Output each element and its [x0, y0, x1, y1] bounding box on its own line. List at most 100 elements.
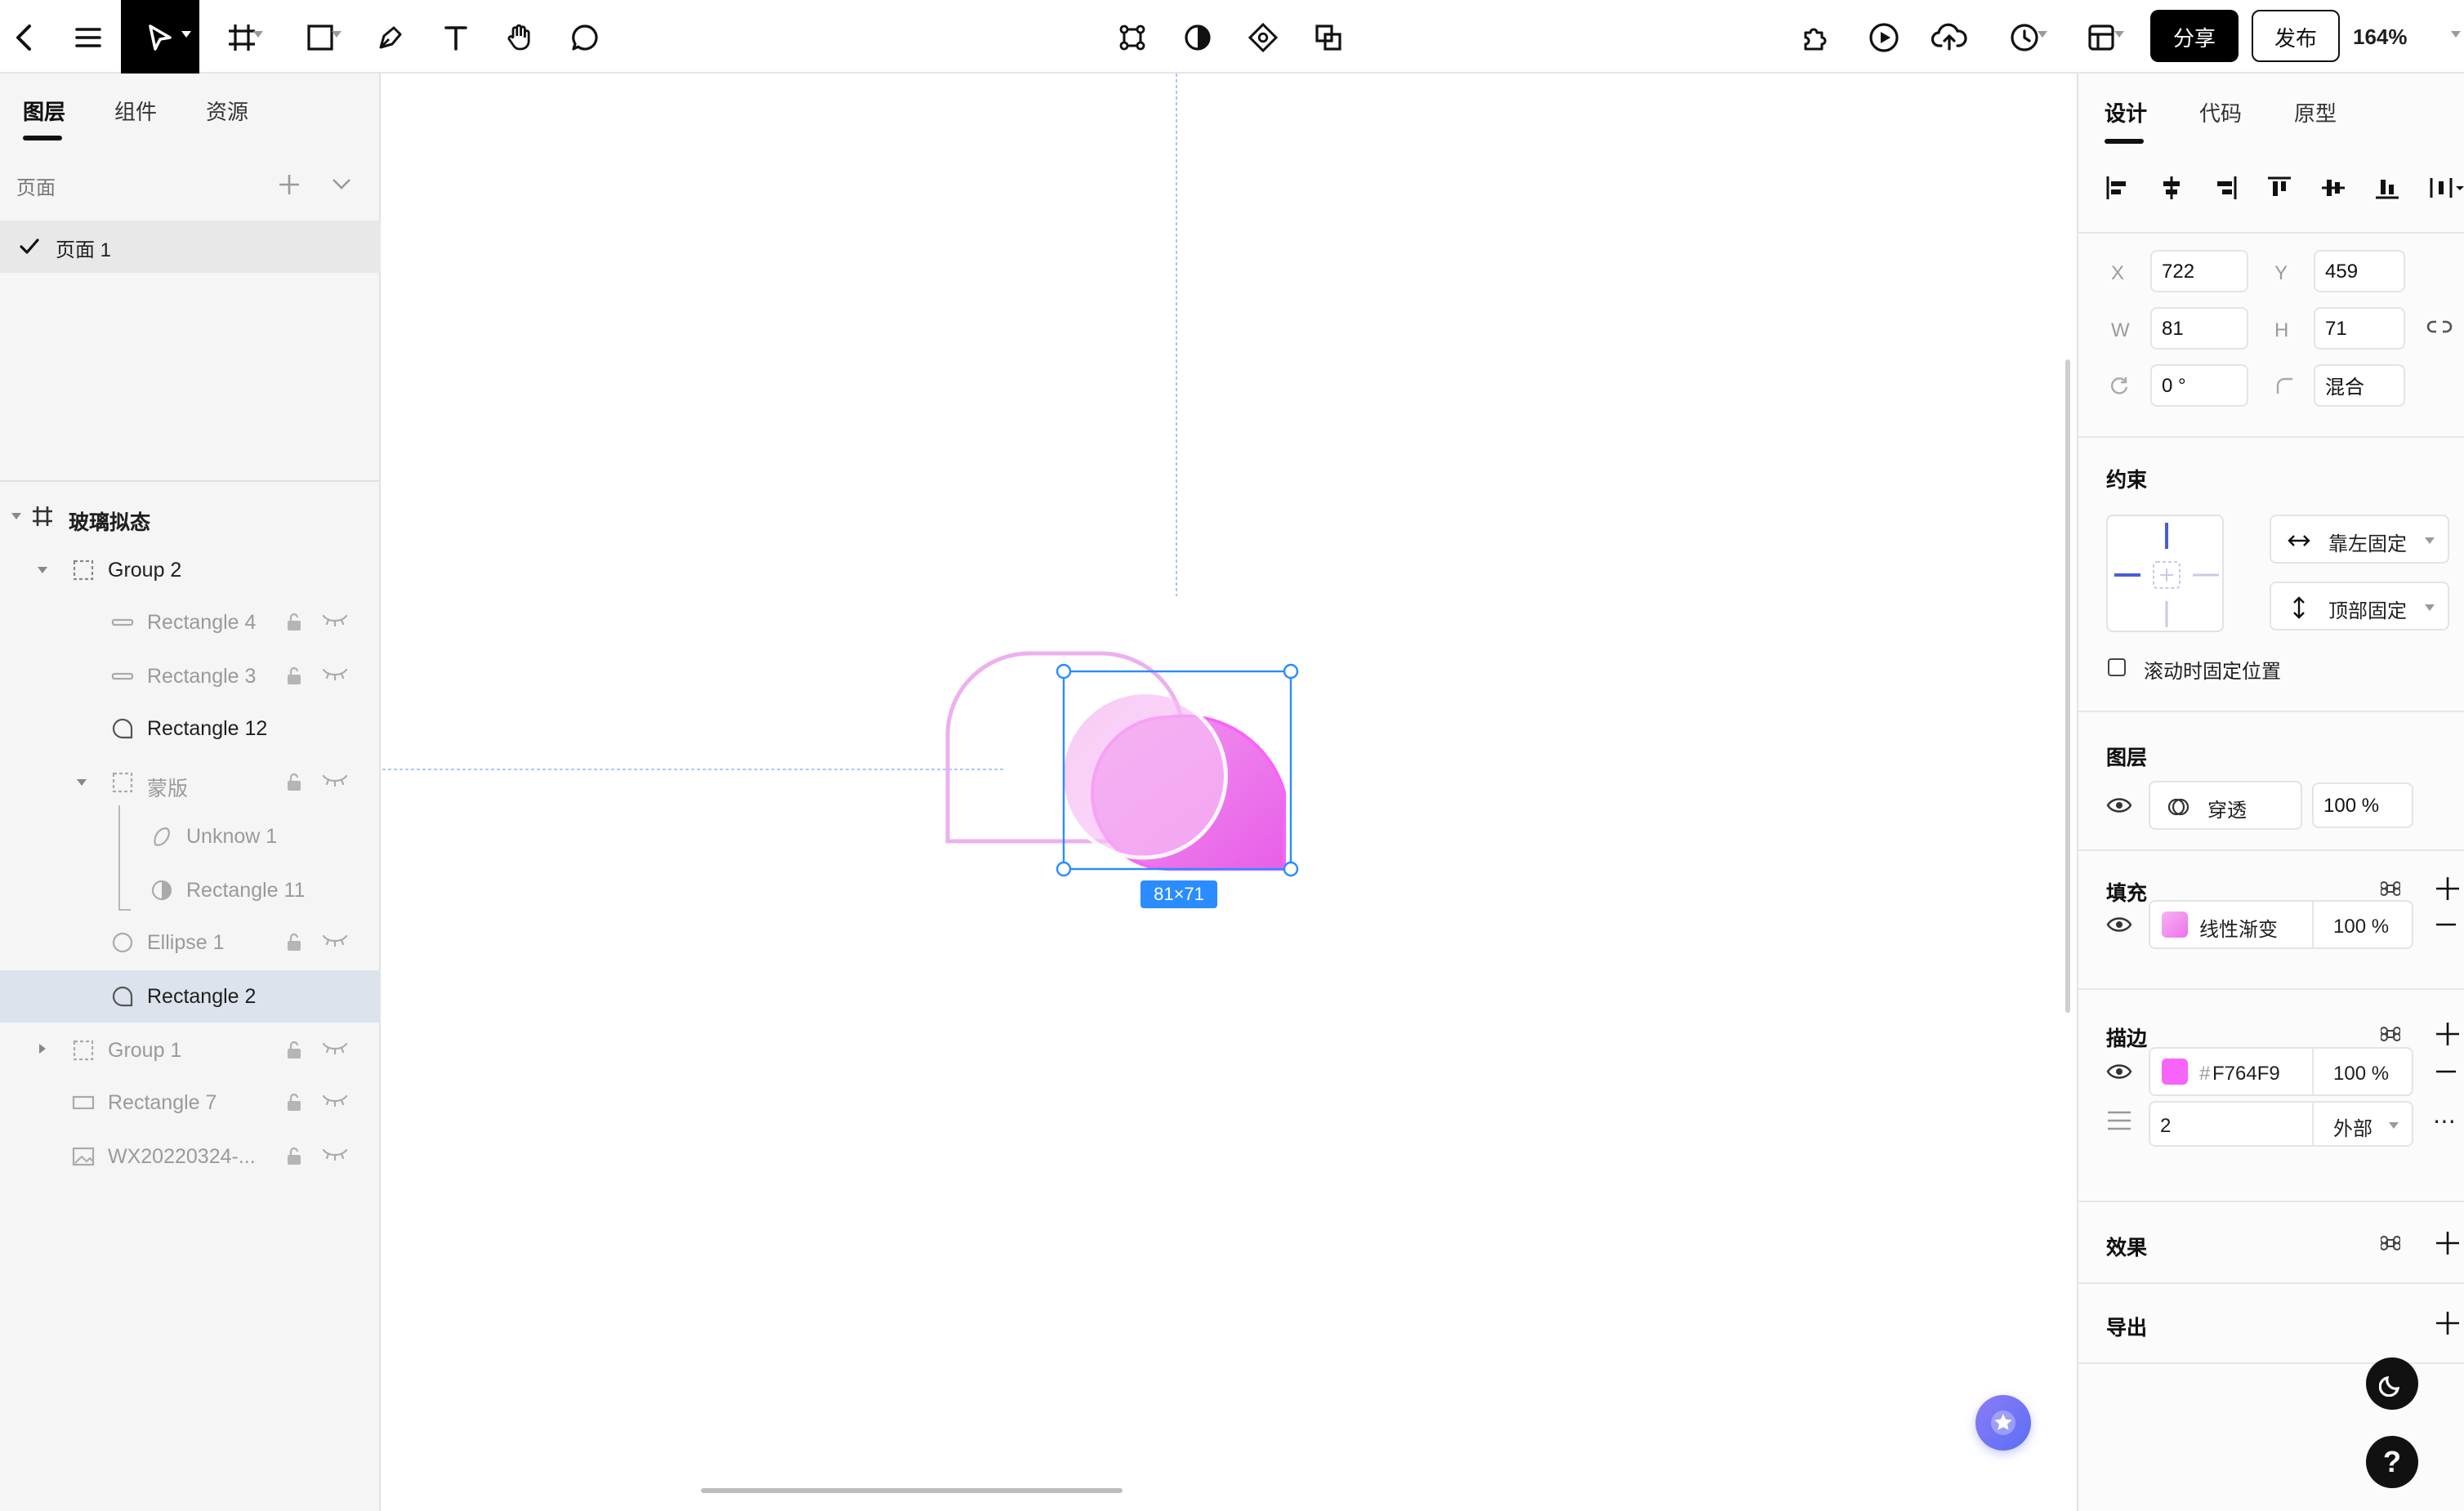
style-icon[interactable]: [2381, 879, 2400, 898]
publish-button[interactable]: 发布: [2252, 10, 2340, 62]
resize-handle[interactable]: [1056, 663, 1072, 680]
align-top-icon[interactable]: [2266, 175, 2292, 201]
tab-components[interactable]: 组件: [114, 95, 157, 126]
radius-input[interactable]: 混合: [2314, 364, 2405, 407]
align-right-icon[interactable]: [2212, 175, 2239, 201]
align-left-icon[interactable]: [2105, 175, 2131, 201]
share-button[interactable]: 分享: [2150, 10, 2239, 62]
text-tool-button[interactable]: [435, 0, 477, 74]
align-center-v-icon[interactable]: [2320, 175, 2346, 201]
fill-swatch[interactable]: [2162, 912, 2188, 938]
fill-row[interactable]: 线性渐变 100 %: [2149, 900, 2413, 949]
layer-row[interactable]: WX20220324-...: [0, 1130, 381, 1183]
page-item[interactable]: 页面 1: [0, 221, 381, 273]
add-effect-icon[interactable]: [2436, 1232, 2459, 1255]
zoom-dropdown[interactable]: 164%: [2353, 0, 2464, 74]
plugin-icon[interactable]: [1797, 0, 1837, 74]
stroke-color-value[interactable]: F764F9: [2212, 1062, 2280, 1085]
vertical-scrollbar[interactable]: [2065, 359, 2070, 1013]
rectangle-tool-button[interactable]: [291, 0, 350, 74]
tab-prototype[interactable]: 原型: [2294, 96, 2337, 127]
layer-row[interactable]: Rectangle 7: [0, 1076, 381, 1129]
chevron-down-icon[interactable]: [332, 178, 351, 191]
stroke-settings-row[interactable]: 2 外部: [2149, 1101, 2413, 1147]
style-icon[interactable]: [2381, 1233, 2400, 1253]
add-stroke-icon[interactable]: [2436, 1023, 2459, 1045]
layer-row[interactable]: 蒙版: [0, 756, 381, 809]
layer-row[interactable]: Rectangle 12: [0, 702, 381, 755]
height-input[interactable]: 71: [2314, 307, 2405, 350]
expand-icon[interactable]: [39, 1044, 46, 1054]
remove-stroke-icon[interactable]: [2436, 1070, 2456, 1073]
layer-row[interactable]: Rectangle 3: [0, 650, 381, 702]
distribute-icon[interactable]: [2428, 175, 2464, 201]
unlock-icon[interactable]: [286, 1041, 302, 1060]
tab-layers[interactable]: 图层: [23, 95, 65, 126]
ai-assistant-button[interactable]: [1975, 1395, 2031, 1451]
stroke-row[interactable]: # F764F9 100 %: [2149, 1047, 2413, 1096]
move-tool-button[interactable]: [121, 0, 199, 74]
upload-icon[interactable]: [1930, 0, 1969, 74]
unlock-icon[interactable]: [286, 613, 302, 632]
horizontal-constraint-dropdown[interactable]: 靠左固定: [2270, 515, 2449, 564]
unlock-icon[interactable]: [286, 666, 302, 686]
collapse-icon[interactable]: [38, 567, 47, 573]
eye-hidden-icon[interactable]: [322, 1093, 348, 1109]
resize-handle[interactable]: [1283, 663, 1299, 680]
hand-tool-button[interactable]: [498, 0, 541, 74]
eye-hidden-icon[interactable]: [322, 666, 348, 683]
layer-row-selected[interactable]: Rectangle 2: [0, 970, 381, 1023]
stroke-opacity-value[interactable]: 100 %: [2333, 1062, 2389, 1085]
help-button[interactable]: ?: [2366, 1436, 2418, 1488]
eye-icon[interactable]: [2106, 1063, 2132, 1080]
unlock-icon[interactable]: [286, 1093, 302, 1112]
unlock-icon[interactable]: [286, 933, 302, 952]
eye-icon[interactable]: [2106, 916, 2132, 933]
layer-row[interactable]: Group 2: [0, 544, 381, 596]
add-page-icon[interactable]: [279, 175, 299, 194]
layer-opacity-input[interactable]: 100 %: [2312, 782, 2413, 828]
eye-hidden-icon[interactable]: [322, 1041, 348, 1057]
add-export-icon[interactable]: [2436, 1312, 2459, 1335]
more-icon[interactable]: ⋯: [2433, 1108, 2457, 1135]
style-icon[interactable]: [2381, 1024, 2400, 1044]
comment-tool-button[interactable]: [564, 0, 606, 74]
layer-row[interactable]: Unknow 1: [0, 810, 381, 862]
collapse-icon[interactable]: [11, 513, 21, 519]
layer-row[interactable]: Ellipse 1: [0, 916, 381, 969]
eye-hidden-icon[interactable]: [322, 773, 348, 789]
stroke-width-value[interactable]: 2: [2160, 1114, 2171, 1137]
play-icon[interactable]: [1864, 0, 1904, 74]
remove-fill-icon[interactable]: [2436, 923, 2456, 926]
unlock-icon[interactable]: [286, 1147, 302, 1166]
menu-icon[interactable]: [69, 0, 108, 74]
dark-mode-button[interactable]: [2366, 1357, 2418, 1410]
layer-row[interactable]: Rectangle 4: [0, 596, 381, 649]
boolean-icon[interactable]: [1245, 0, 1281, 74]
collapse-icon[interactable]: [77, 779, 87, 786]
layer-row[interactable]: Group 1: [0, 1024, 381, 1076]
width-input[interactable]: 81: [2150, 307, 2248, 350]
align-bottom-icon[interactable]: [2374, 175, 2400, 201]
tab-assets[interactable]: 资源: [206, 95, 248, 126]
vertical-constraint-dropdown[interactable]: 顶部固定: [2270, 582, 2449, 631]
history-icon[interactable]: [1993, 0, 2056, 74]
stroke-swatch[interactable]: [2162, 1059, 2188, 1085]
resize-handle[interactable]: [1056, 861, 1072, 877]
add-fill-icon[interactable]: [2436, 877, 2459, 900]
rotation-input[interactable]: 0 °: [2150, 364, 2248, 407]
eye-hidden-icon[interactable]: [322, 933, 348, 949]
y-input[interactable]: 459: [2314, 250, 2405, 292]
layout-icon[interactable]: [2070, 0, 2132, 74]
resize-handle[interactable]: [1283, 861, 1299, 877]
align-center-h-icon[interactable]: [2158, 175, 2185, 201]
constraint-widget[interactable]: [2106, 515, 2224, 632]
component-icon[interactable]: [1114, 0, 1150, 74]
eye-icon[interactable]: [2106, 797, 2132, 813]
layer-row-frame[interactable]: 玻璃拟态: [0, 490, 381, 542]
x-input[interactable]: 722: [2150, 250, 2248, 292]
back-icon[interactable]: [7, 0, 42, 74]
horizontal-scrollbar[interactable]: [701, 1488, 1123, 1493]
eye-hidden-icon[interactable]: [322, 1147, 348, 1163]
stroke-position-value[interactable]: 外部: [2333, 1114, 2372, 1142]
